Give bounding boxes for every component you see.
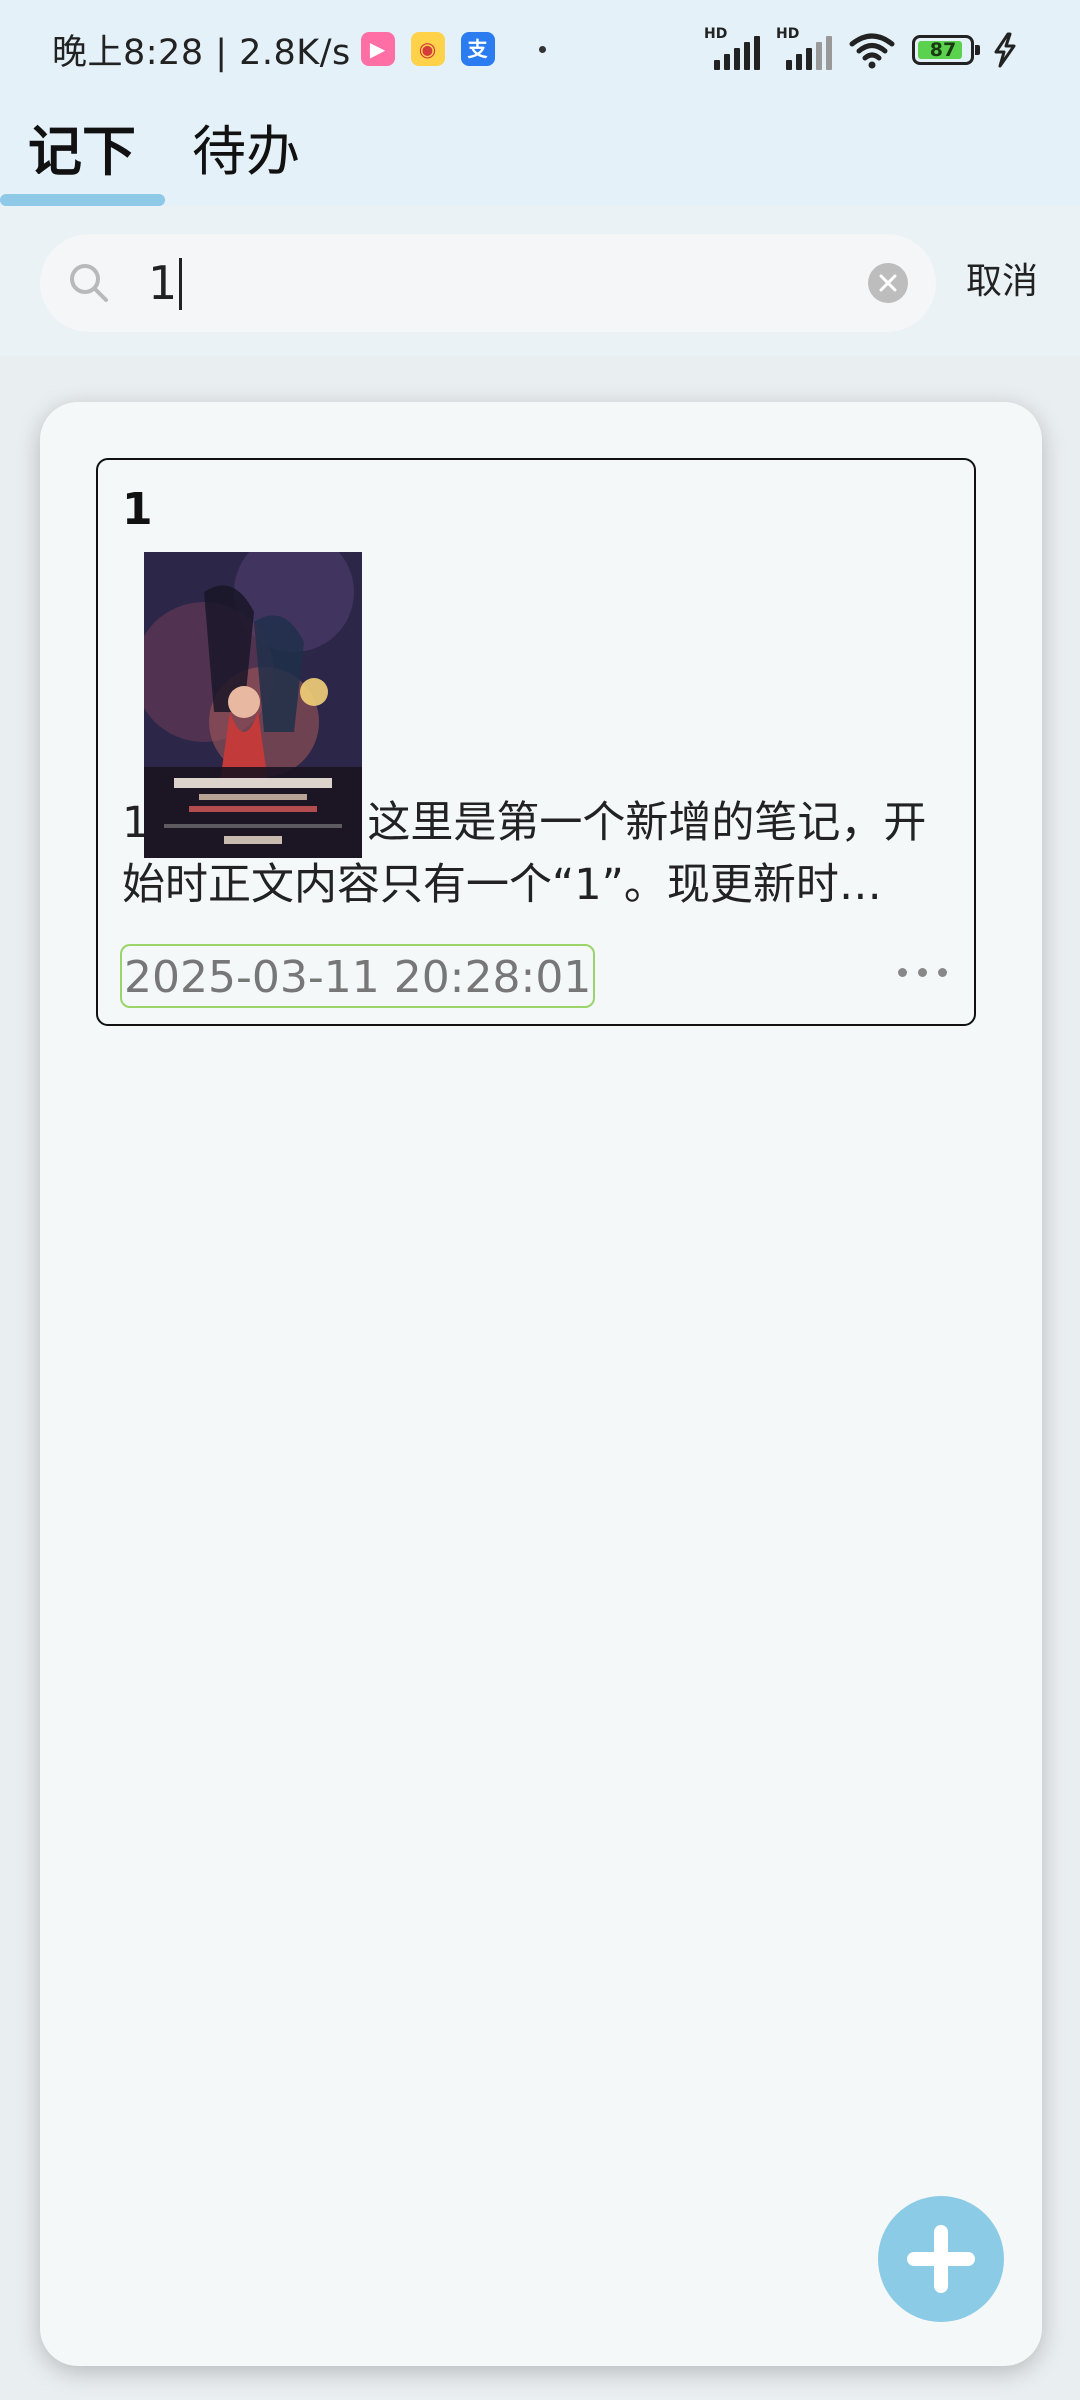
search-value[interactable]: 1	[148, 256, 183, 310]
battery-level: 87	[929, 39, 957, 61]
status-right: HD HD 87	[704, 26, 1020, 72]
note-date: 2025-03-11 20:28:01	[120, 944, 596, 1008]
note-card[interactable]: 1 1 这里是第一个新增的笔记，开 始时正文内容只有一个“1”。现更新时… 20…	[96, 458, 976, 1026]
text-caret	[179, 257, 183, 310]
signal-icon-2: HD	[776, 26, 832, 70]
wifi-icon	[849, 33, 895, 69]
search-input[interactable]: 1	[40, 234, 936, 332]
tab-indicator	[0, 194, 165, 206]
tab-bar: 记下 待办	[0, 110, 1080, 206]
note-title: 1	[122, 484, 153, 535]
cancel-button[interactable]: 取消	[966, 252, 1038, 312]
charging-icon	[994, 32, 1016, 68]
header: 晚上8:28 | 2.8K/s ▶ ◉ 支 HD HD 87 记下 待办	[0, 0, 1080, 206]
note-body-suffix: 这里是第一个新增的笔记，开	[367, 798, 927, 848]
close-icon	[879, 274, 897, 292]
add-note-button[interactable]	[878, 2196, 1004, 2322]
alipay-icon: 支	[460, 32, 495, 66]
note-body-line-2: 始时正文内容只有一个“1”。现更新时…	[122, 860, 882, 910]
tab-todo[interactable]: 待办	[192, 110, 300, 194]
more-notifications-dot	[538, 45, 546, 53]
note-image[interactable]	[144, 552, 362, 858]
bilibili-icon: ▶	[360, 32, 395, 66]
status-left: 晚上8:28 | 2.8K/s ▶ ◉ 支	[52, 24, 546, 74]
notes-panel: 1 1 这里是第一个新增的笔记，开 始时正文内容只有一个“1”。现更新时… 20…	[40, 402, 1042, 2366]
weibo-icon: ◉	[410, 32, 445, 66]
status-bar: 晚上8:28 | 2.8K/s ▶ ◉ 支 HD HD 87	[0, 0, 1080, 96]
search-row: 1 取消	[0, 206, 1080, 356]
battery-icon: 87	[912, 35, 980, 65]
poster-image	[144, 552, 362, 858]
plus-icon	[907, 2225, 975, 2293]
more-options-button[interactable]	[898, 960, 950, 984]
clear-search-button[interactable]	[868, 263, 908, 303]
tab-notes[interactable]: 记下	[28, 110, 136, 194]
status-time-speed: 晚上8:28 | 2.8K/s	[52, 32, 351, 73]
search-icon	[70, 264, 108, 302]
signal-icon: HD	[704, 26, 760, 70]
